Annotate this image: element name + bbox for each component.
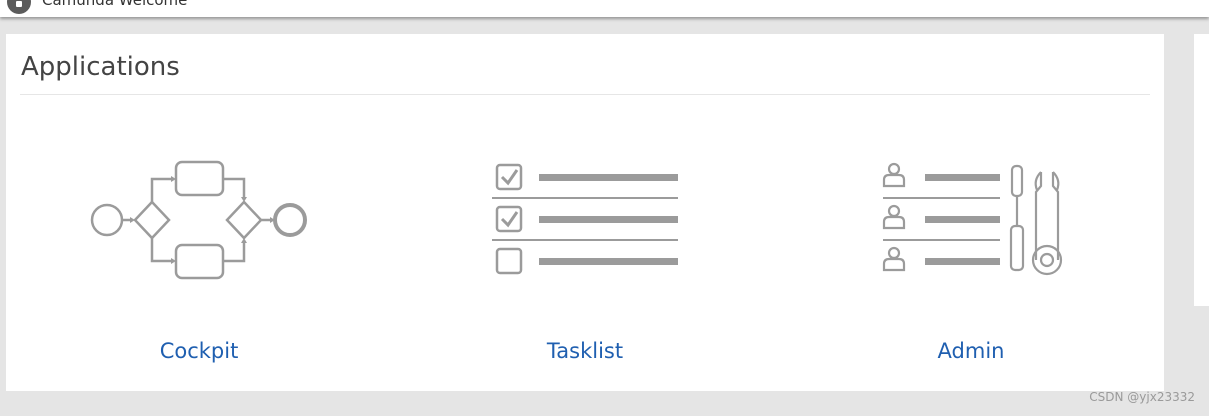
admin-app-link[interactable]: Admin (778, 144, 1164, 374)
divider (20, 94, 1150, 95)
watermark: CSDN @yjx23332 (1089, 390, 1195, 404)
applications-panel: Applications Cockpit Tasklist Admin (6, 34, 1164, 391)
camunda-logo-icon (7, 0, 31, 14)
cockpit-label[interactable]: Cockpit (6, 339, 392, 363)
tasklist-app-link[interactable]: Tasklist (392, 144, 778, 374)
cockpit-app-link[interactable]: Cockpit (6, 144, 392, 374)
panel-title: Applications (21, 52, 180, 82)
top-bar: Camunda Welcome (0, 0, 1209, 17)
tasklist-label[interactable]: Tasklist (392, 339, 778, 363)
bpmn-process-icon (90, 160, 307, 280)
brand-title: Camunda Welcome (42, 0, 188, 9)
checklist-icon (492, 163, 678, 275)
users-tools-icon (882, 162, 1063, 276)
admin-label[interactable]: Admin (778, 339, 1164, 363)
right-panel-edge (1194, 34, 1209, 306)
